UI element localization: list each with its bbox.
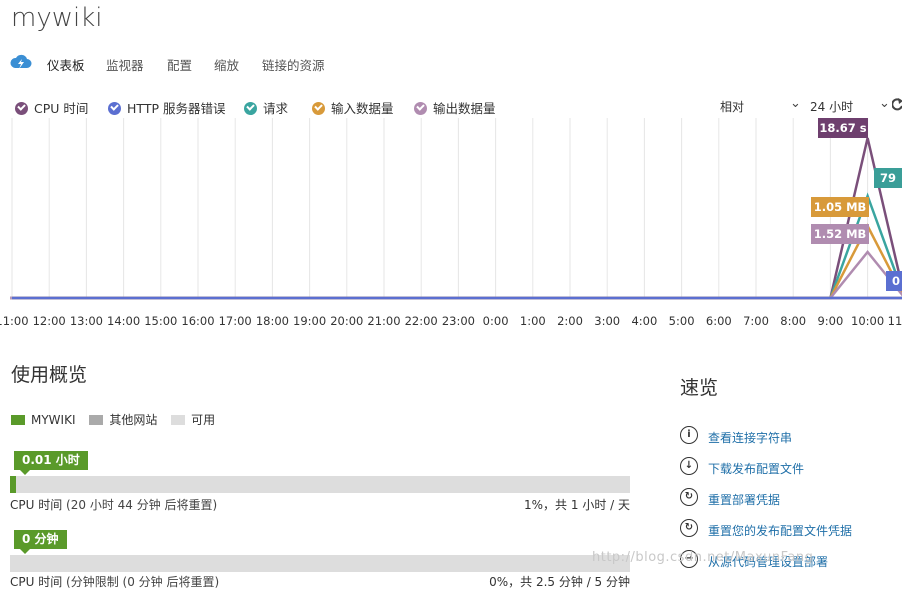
legend-cpu-time[interactable]: CPU 时间 [15, 98, 88, 117]
x-tick-label: 4:00 [631, 314, 658, 328]
x-tick-label: 17:00 [218, 314, 252, 328]
check-circle-icon [312, 102, 325, 115]
tab-scale[interactable]: 缩放 [214, 55, 239, 74]
legend-label: 输入数据量 [331, 101, 394, 116]
check-circle-icon [244, 102, 257, 115]
refresh-icon[interactable] [892, 97, 902, 113]
x-tick-label: 13:00 [69, 314, 103, 328]
tooltip-label: 18.67 s [819, 121, 866, 135]
usage-label-main: CPU 时间 [10, 498, 63, 512]
refresh-icon: ↻ [680, 519, 698, 537]
metrics-chart: 18.67 s 79 1.05 MB 1.52 MB 0 [10, 118, 902, 300]
usage-title: 使用概览 [11, 364, 88, 386]
usage-label-sub: (20 小时 44 分钟 后将重置) [66, 498, 218, 512]
x-tick-label: 20:00 [330, 314, 364, 328]
x-tick-label: 2:00 [557, 314, 583, 328]
series-line [12, 192, 902, 300]
x-tick-label: 23:00 [441, 314, 475, 328]
x-tick-label: 18:00 [255, 314, 289, 328]
x-tick-label: 16:00 [181, 314, 215, 328]
legend-requests[interactable]: 请求 [244, 98, 288, 117]
usage-legend-label: 可用 [191, 413, 216, 427]
tooltip-label: 1.52 MB [814, 227, 867, 241]
tooltip-label: 1.05 MB [814, 200, 867, 214]
usage-label: CPU 时间 (分钟限制 (0 分钟 后将重置) [10, 573, 219, 590]
series-line [12, 137, 902, 300]
x-tick-label: 0:00 [482, 314, 509, 328]
tab-linked-resources[interactable]: 链接的资源 [262, 55, 325, 74]
range-select[interactable]: 24 小时 ⌄ [810, 96, 890, 115]
legend-data-in[interactable]: 输入数据量 [312, 98, 394, 117]
x-tick-label: 15:00 [144, 314, 178, 328]
legend-label: HTTP 服务器错误 [127, 101, 226, 116]
download-icon: ↓ [680, 457, 698, 475]
tooltip-label: 79 [880, 171, 896, 185]
mode-select[interactable]: 相对 ⌄ [720, 96, 801, 115]
x-tick-label: 10:00 [851, 314, 885, 328]
series-line [12, 223, 902, 300]
legend-http-errors[interactable]: HTTP 服务器错误 [108, 98, 225, 117]
refresh-icon: ↻ [680, 488, 698, 506]
legend-label: 请求 [263, 101, 289, 116]
chevron-down-icon: ⌄ [790, 96, 801, 111]
quick-link-label: 下载发布配置文件 [708, 462, 805, 476]
legend-swatch [171, 415, 186, 425]
mode-value: 相对 [720, 100, 745, 114]
usage-bar [10, 555, 630, 572]
x-tick-label: 1:00 [519, 314, 546, 328]
quick-link-label: 查看连接字符串 [708, 431, 793, 445]
usage-label-main: CPU 时间 [10, 575, 63, 589]
x-tick-label: 9:00 [817, 314, 844, 328]
quick-link-label: 重置您的发布配置文件凭据 [708, 524, 853, 538]
usage-badge: 0.01 小时 [14, 451, 88, 475]
chart-grid [10, 118, 902, 300]
x-tick-label: 7:00 [743, 314, 769, 328]
tab-configure[interactable]: 配置 [167, 55, 192, 74]
chevron-down-icon: ⌄ [879, 96, 890, 111]
check-circle-icon [108, 102, 121, 115]
x-tick-label: 12:00 [32, 314, 66, 328]
x-tick-label: 11:00 [0, 314, 29, 328]
usage-legend: MYWIKI 其他网站 可用 [11, 411, 215, 428]
usage-label-sub: (分钟限制 (0 分钟 后将重置) [66, 575, 220, 589]
nav-bar: 仪表板 监视器 配置 缩放 链接的资源 [0, 52, 902, 74]
check-circle-icon [15, 102, 28, 115]
legend-label: 输出数据量 [433, 101, 496, 116]
check-circle-icon [414, 102, 427, 115]
quick-link-label: 重置部署凭据 [708, 493, 781, 507]
x-tick-label: 14:00 [107, 314, 141, 328]
usage-right: 1%，共 1 小时 / 天 [524, 498, 630, 512]
app-title: mywiki [11, 3, 103, 33]
quick-glance-title: 速览 [680, 377, 719, 399]
usage-legend-label: MYWIKI [31, 413, 76, 427]
cloud-lightning-icon [10, 54, 32, 69]
watermark: http://blog.csdn.net/MaxunFang [592, 550, 814, 565]
x-tick-label: 11 [887, 314, 902, 328]
tab-dashboard[interactable]: 仪表板 [47, 55, 85, 74]
x-tick-label: 19:00 [293, 314, 327, 328]
legend-data-out[interactable]: 输出数据量 [414, 98, 496, 117]
usage-label: CPU 时间 (20 小时 44 分钟 后将重置) [10, 496, 217, 513]
info-icon: i [680, 426, 698, 444]
x-tick-label: 5:00 [668, 314, 695, 328]
series-line [12, 250, 902, 300]
x-tick-label: 8:00 [780, 314, 807, 328]
usage-legend-label: 其他网站 [109, 413, 158, 427]
x-tick-label: 6:00 [705, 314, 732, 328]
x-tick-label: 22:00 [404, 314, 438, 328]
usage-bar [10, 476, 630, 493]
tooltip-label: 0 [892, 274, 900, 288]
range-value: 24 小时 [810, 100, 854, 114]
legend-swatch [11, 415, 25, 425]
x-tick-label: 3:00 [594, 314, 621, 328]
legend-swatch [89, 415, 104, 425]
chart-series [12, 137, 902, 300]
x-tick-label: 21:00 [367, 314, 401, 328]
usage-bar-fill [10, 476, 17, 493]
usage-badge: 0 分钟 [14, 530, 67, 554]
legend-label: CPU 时间 [34, 101, 89, 116]
tab-monitor[interactable]: 监视器 [106, 55, 144, 74]
usage-right: 0%，共 2.5 分钟 / 5 分钟 [489, 575, 630, 589]
